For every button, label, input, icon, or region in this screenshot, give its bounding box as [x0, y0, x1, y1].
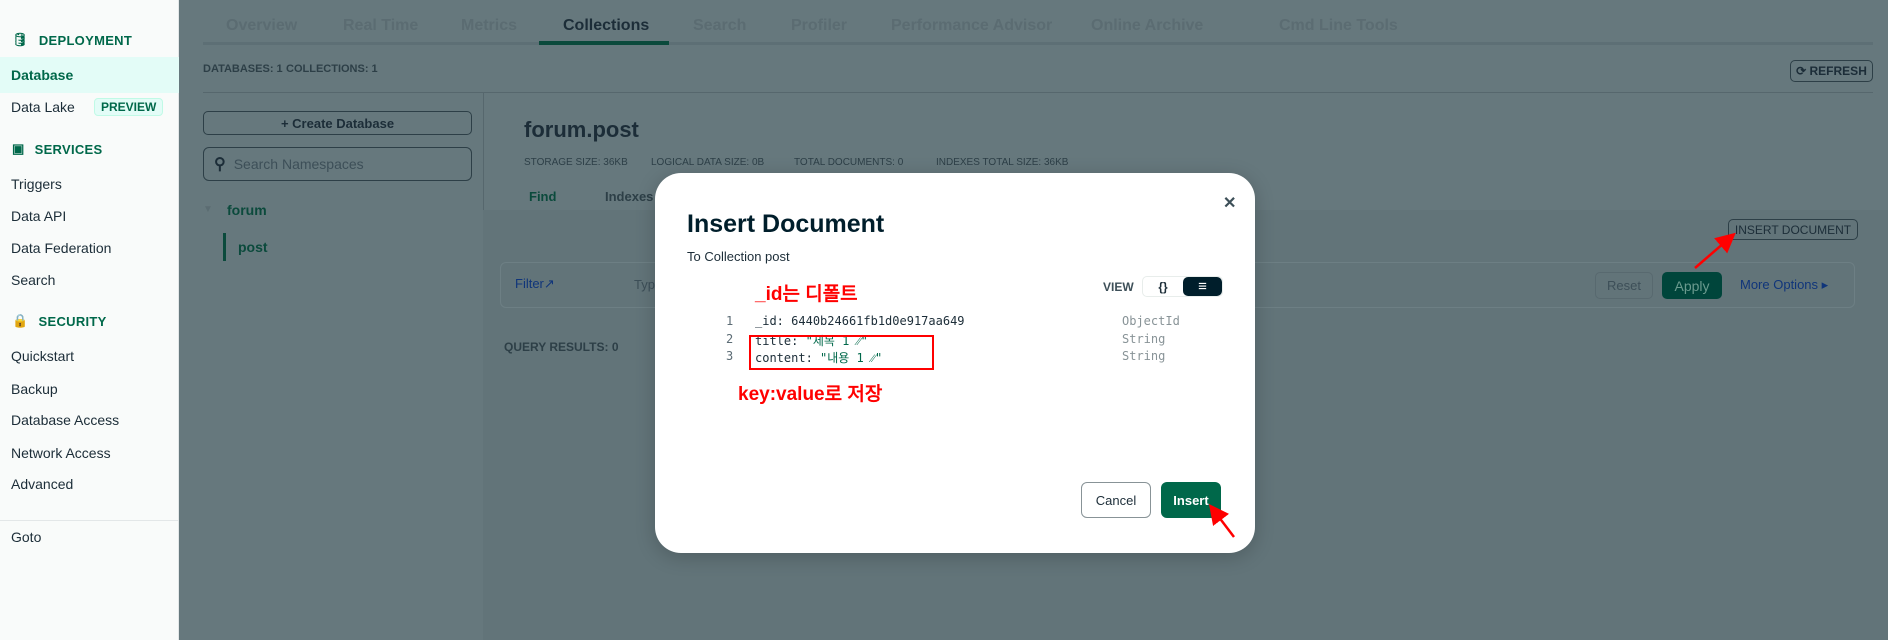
annotation-arrows [1208, 232, 1736, 538]
arrow-to-insert-document [1694, 232, 1736, 269]
arrow-to-insert-button [1208, 504, 1235, 538]
